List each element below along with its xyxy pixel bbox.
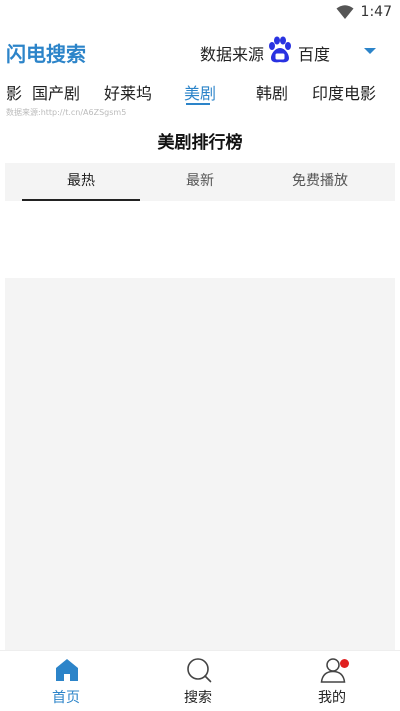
category-tab[interactable]: 影: [6, 80, 22, 104]
nav-label: 我的: [318, 690, 346, 706]
app-title: 闪电搜索: [6, 42, 86, 66]
category-tab[interactable]: 国产剧: [32, 80, 80, 104]
home-icon: [56, 659, 78, 681]
sort-tab-indicator: [22, 199, 140, 201]
sort-tab-hot[interactable]: 最热: [16, 163, 146, 201]
content-panel: [5, 278, 395, 650]
source-label: 数据来源: [200, 45, 265, 64]
nav-item-home[interactable]: 首页: [6, 651, 126, 711]
header: 闪电搜索 数据来源 百度: [0, 34, 400, 68]
nav-item-profile[interactable]: 我的: [272, 651, 392, 711]
nav-label: 首页: [52, 690, 80, 706]
category-tabs[interactable]: 影 国产剧 好莱坞 美剧 韩剧 印度电影: [0, 76, 400, 106]
bottom-nav: 首页 搜索 我的: [0, 650, 400, 711]
nav-label: 搜索: [184, 690, 212, 706]
page-title: 美剧排行榜: [157, 133, 243, 153]
nav-item-search[interactable]: 搜索: [138, 651, 258, 711]
source-note: 数据来源:http://t.cn/A6ZSgsm5: [6, 108, 127, 117]
status-bar: 1:47: [0, 0, 400, 24]
notification-badge: [340, 659, 349, 668]
category-tab-active[interactable]: 美剧: [184, 80, 216, 104]
sort-tab-free[interactable]: 免费播放: [255, 163, 385, 201]
category-tab[interactable]: 印度电影: [312, 80, 376, 104]
chevron-down-icon[interactable]: [364, 48, 376, 54]
search-icon: [187, 658, 212, 683]
sort-tab-new[interactable]: 最新: [135, 163, 265, 201]
baidu-paw-icon: [269, 36, 291, 63]
source-name[interactable]: 百度: [298, 41, 330, 65]
category-tab-indicator: [186, 103, 210, 105]
sort-tabs: 最热 最新 免费播放: [5, 163, 395, 201]
category-tab[interactable]: 韩剧: [256, 80, 288, 104]
wifi-icon: [336, 5, 354, 19]
status-time: 1:47: [360, 4, 392, 20]
category-tab[interactable]: 好莱坞: [104, 80, 152, 104]
